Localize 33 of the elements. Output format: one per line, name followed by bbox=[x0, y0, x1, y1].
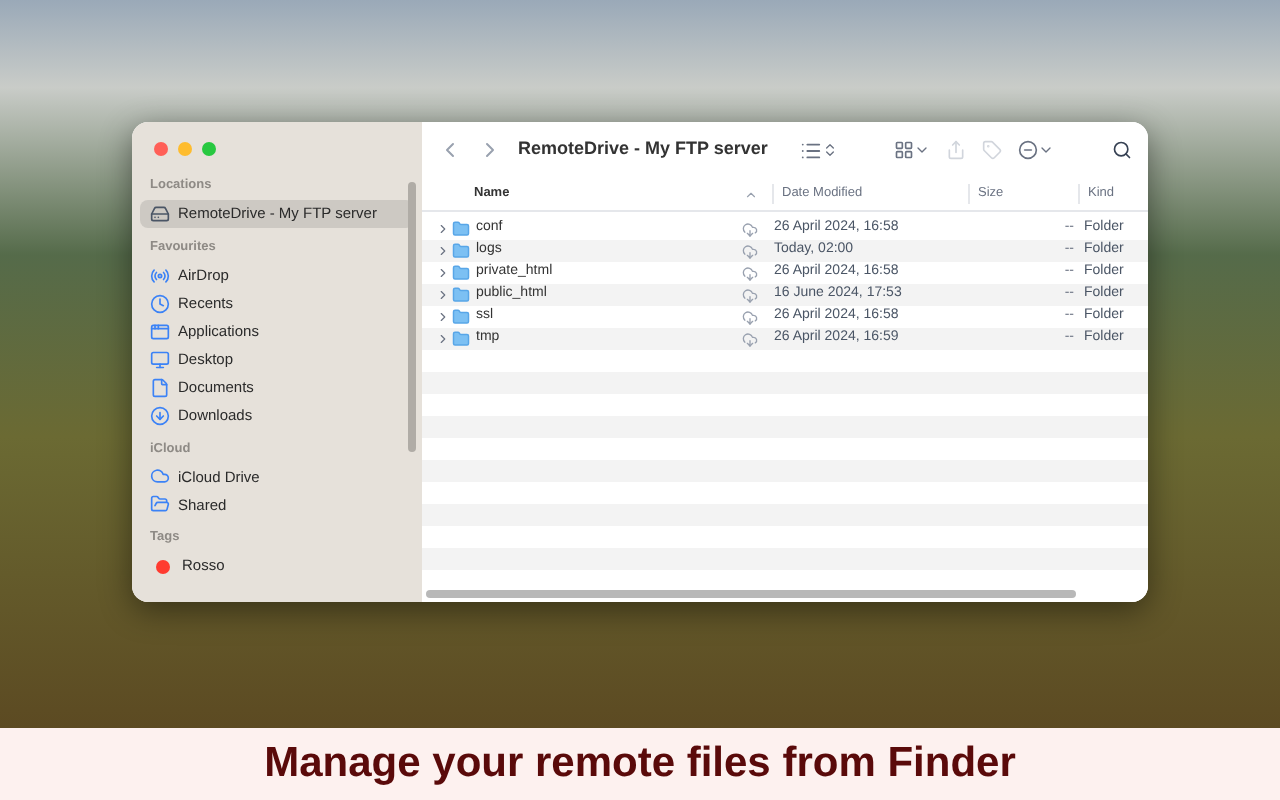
search-icon[interactable] bbox=[1112, 140, 1132, 160]
window-title: RemoteDrive - My FTP server bbox=[518, 136, 768, 163]
document-icon bbox=[150, 377, 170, 397]
cloud-download-icon bbox=[742, 221, 758, 237]
up-down-chevron-icon bbox=[821, 142, 838, 158]
view-grid-button[interactable] bbox=[893, 140, 930, 160]
cloud-download-icon bbox=[742, 287, 758, 303]
cloud-download-icon bbox=[742, 309, 758, 325]
grid-icon bbox=[893, 140, 914, 160]
chevron-down-icon bbox=[913, 142, 930, 158]
cloud-icon bbox=[150, 466, 170, 487]
chevron-down-icon bbox=[1037, 142, 1054, 158]
folder-icon bbox=[452, 242, 470, 260]
folder-icon bbox=[452, 286, 470, 304]
caption: Manage your remote files from Finder bbox=[264, 738, 1016, 791]
close-button[interactable] bbox=[154, 142, 168, 156]
action-menu-button[interactable] bbox=[1017, 140, 1054, 160]
folder-icon bbox=[452, 308, 470, 326]
download-icon bbox=[150, 405, 170, 425]
cloud-download-icon bbox=[742, 243, 758, 259]
folder-icon bbox=[452, 330, 470, 348]
folder-icon bbox=[452, 264, 470, 282]
drive-icon bbox=[150, 203, 170, 224]
folder-icon bbox=[150, 494, 170, 515]
circle-minus-icon bbox=[1017, 140, 1038, 160]
monitor-icon bbox=[150, 349, 170, 369]
folder-icon bbox=[452, 220, 470, 238]
cloud-download-icon bbox=[742, 265, 758, 281]
applications-icon bbox=[150, 321, 170, 341]
sort-icon bbox=[744, 187, 758, 201]
clock-icon bbox=[150, 293, 170, 313]
cloud-download-icon bbox=[742, 331, 758, 347]
airdrop-icon bbox=[150, 265, 170, 285]
